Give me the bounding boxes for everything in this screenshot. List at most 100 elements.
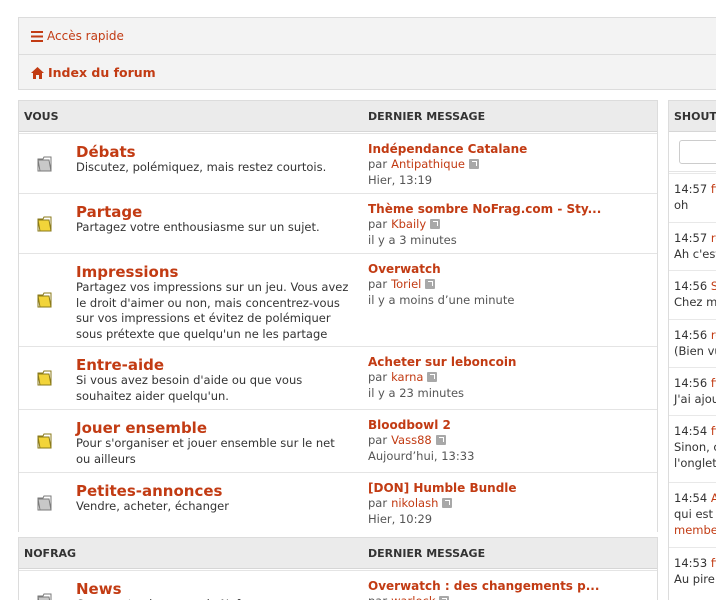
username-link[interactable]: warlock xyxy=(391,594,435,600)
forum-description: Discutez, polémiquez, mais restez courto… xyxy=(76,160,327,174)
last-post-author: par karna xyxy=(368,370,438,384)
forum-title-link[interactable]: Petites-annonces xyxy=(76,482,222,500)
shout-username[interactable]: fi xyxy=(711,376,716,390)
shout-entry: 14:54 Aqui est lmembe xyxy=(674,490,716,538)
shout-divider xyxy=(669,482,716,483)
shout-divider xyxy=(669,173,716,174)
forum-title-link[interactable]: Débats xyxy=(76,143,136,161)
shout-time: 14:56 xyxy=(674,279,708,293)
go-to-post-icon[interactable] xyxy=(427,372,438,382)
go-to-post-icon[interactable] xyxy=(439,596,450,600)
shout-entry: 14:57 ro Ah c'est xyxy=(674,230,716,262)
by-label: par xyxy=(368,217,388,231)
forum-title-link[interactable]: Partage xyxy=(76,203,142,221)
shout-time: 14:54 xyxy=(674,491,708,505)
forum-section-nofrag: NOFRAG DERNIER MESSAGE NewsCommentez les… xyxy=(18,537,658,600)
quick-access-label: Accès rapide xyxy=(47,29,124,43)
navbar-top-row: Accès rapide xyxy=(19,18,716,55)
username-link[interactable]: Vass88 xyxy=(391,433,432,447)
by-label: par xyxy=(368,277,388,291)
shout-username[interactable]: fi xyxy=(711,424,716,438)
go-to-post-icon[interactable] xyxy=(430,219,441,229)
by-label: par xyxy=(368,157,388,171)
username-link[interactable]: karna xyxy=(391,370,423,384)
shout-entry: 14:56 ro (Bien vu xyxy=(674,327,716,359)
forum-row: Impressions Partagez vos impressions sur … xyxy=(19,253,657,356)
forum-description: Partagez votre enthousiasme sur un sujet… xyxy=(76,220,320,234)
shout-message: Ah c'est xyxy=(674,247,716,261)
shout-divider xyxy=(669,270,716,271)
quick-access-menu[interactable]: Accès rapide xyxy=(31,29,124,43)
forum-index-label: Index du forum xyxy=(48,65,156,80)
forum-row: NewsCommentez les news de NofragOverwatc… xyxy=(19,570,657,600)
forum-description: Vendre, acheter, échanger xyxy=(76,499,229,513)
folder-unread-icon xyxy=(36,369,54,387)
forum-row: Jouer ensemble Pour s'organiser et jouer … xyxy=(19,409,657,472)
forum-row: Partage Partagez votre enthousiasme sur u… xyxy=(19,193,657,253)
by-label: par xyxy=(368,370,388,384)
shout-time: 14:57 xyxy=(674,231,708,245)
shout-message: Sinon, c xyxy=(674,440,716,454)
shout-username[interactable]: ro xyxy=(711,328,716,342)
go-to-post-icon[interactable] xyxy=(442,498,453,508)
shout-divider xyxy=(669,547,716,548)
folder-read-icon xyxy=(36,494,54,512)
shout-divider xyxy=(669,319,716,320)
by-label: par xyxy=(368,433,388,447)
username-link[interactable]: Kbaily xyxy=(391,217,426,231)
shout-entry: 14:53 fi Au pire xyxy=(674,555,716,587)
shout-entry: 14:56 fi J'ai ajou xyxy=(674,375,716,407)
forum-description: Pour s'organiser et jouer ensemble sur l… xyxy=(76,436,335,466)
forum-row: Petites-annonces Vendre, acheter, échange… xyxy=(19,472,657,532)
navbar: Accès rapide Index du forum xyxy=(18,17,716,90)
last-post-author: par Kbaily xyxy=(368,217,441,231)
shout-message: J'ai ajou xyxy=(674,392,716,406)
by-label: par xyxy=(368,594,387,600)
shout-time: 14:57 xyxy=(674,182,708,196)
last-post-topic-link[interactable]: Bloodbowl 2 xyxy=(368,418,451,432)
shout-username[interactable]: ro xyxy=(711,231,716,245)
section-title: NOFRAG xyxy=(24,547,77,560)
shout-message: Au pire xyxy=(674,572,715,586)
last-post-topic-link[interactable]: Acheter sur leboncoin xyxy=(368,355,516,369)
last-post-column-header: DERNIER MESSAGE xyxy=(368,110,486,123)
shout-message: Chez m xyxy=(674,295,716,309)
last-post-topic-link[interactable]: Indépendance Catalane xyxy=(368,142,527,156)
forum-index-link[interactable]: Index du forum xyxy=(31,65,156,80)
last-post-topic-link[interactable]: [DON] Humble Bundle xyxy=(368,481,517,495)
shoutbox-message-input[interactable] xyxy=(679,140,716,164)
username-link[interactable]: nikolash xyxy=(391,496,438,510)
folder-read-icon xyxy=(36,155,54,173)
last-post-time: Hier, 10:29 xyxy=(368,512,433,526)
shout-username[interactable]: S xyxy=(711,279,716,293)
last-post-time: il y a 23 minutes xyxy=(368,386,465,400)
shout-username[interactable]: fi xyxy=(711,182,716,196)
shout-mention[interactable]: membe xyxy=(674,522,716,538)
last-post-column-header: DERNIER MESSAGE xyxy=(368,547,486,560)
last-post-topic-link[interactable]: Overwatch : des changements p... xyxy=(368,579,599,593)
forum-title-link[interactable]: Jouer ensemble xyxy=(76,419,207,437)
section-title: VOUS xyxy=(24,110,59,123)
last-post-topic-link[interactable]: Thème sombre NoFrag.com - Sty... xyxy=(368,202,601,216)
forum-title-link[interactable]: News xyxy=(76,580,122,598)
shout-divider xyxy=(669,415,716,416)
shout-time: 14:53 xyxy=(674,556,708,570)
go-to-post-icon[interactable] xyxy=(425,279,436,289)
forum-title-link[interactable]: Impressions xyxy=(76,263,178,281)
shout-username[interactable]: A xyxy=(711,491,716,505)
forum-row: Entre-aide Si vous avez besoin d'aide ou … xyxy=(19,346,657,409)
shout-message: oh xyxy=(674,198,689,212)
forum-title-link[interactable]: Entre-aide xyxy=(76,356,164,374)
shout-username[interactable]: fi xyxy=(711,556,716,570)
shout-entry: 14:57 fi oh xyxy=(674,181,716,213)
shout-divider xyxy=(669,367,716,368)
hamburger-icon xyxy=(31,30,43,42)
username-link[interactable]: Antipathique xyxy=(391,157,465,171)
last-post-topic-link[interactable]: Overwatch xyxy=(368,262,441,276)
folder-unread-icon xyxy=(36,291,54,309)
username-link[interactable]: Toriel xyxy=(391,277,421,291)
go-to-post-icon[interactable] xyxy=(435,435,446,445)
section-header: NOFRAG DERNIER MESSAGE xyxy=(19,538,657,569)
go-to-post-icon[interactable] xyxy=(468,159,479,169)
shout-message: (Bien vu xyxy=(674,344,716,358)
